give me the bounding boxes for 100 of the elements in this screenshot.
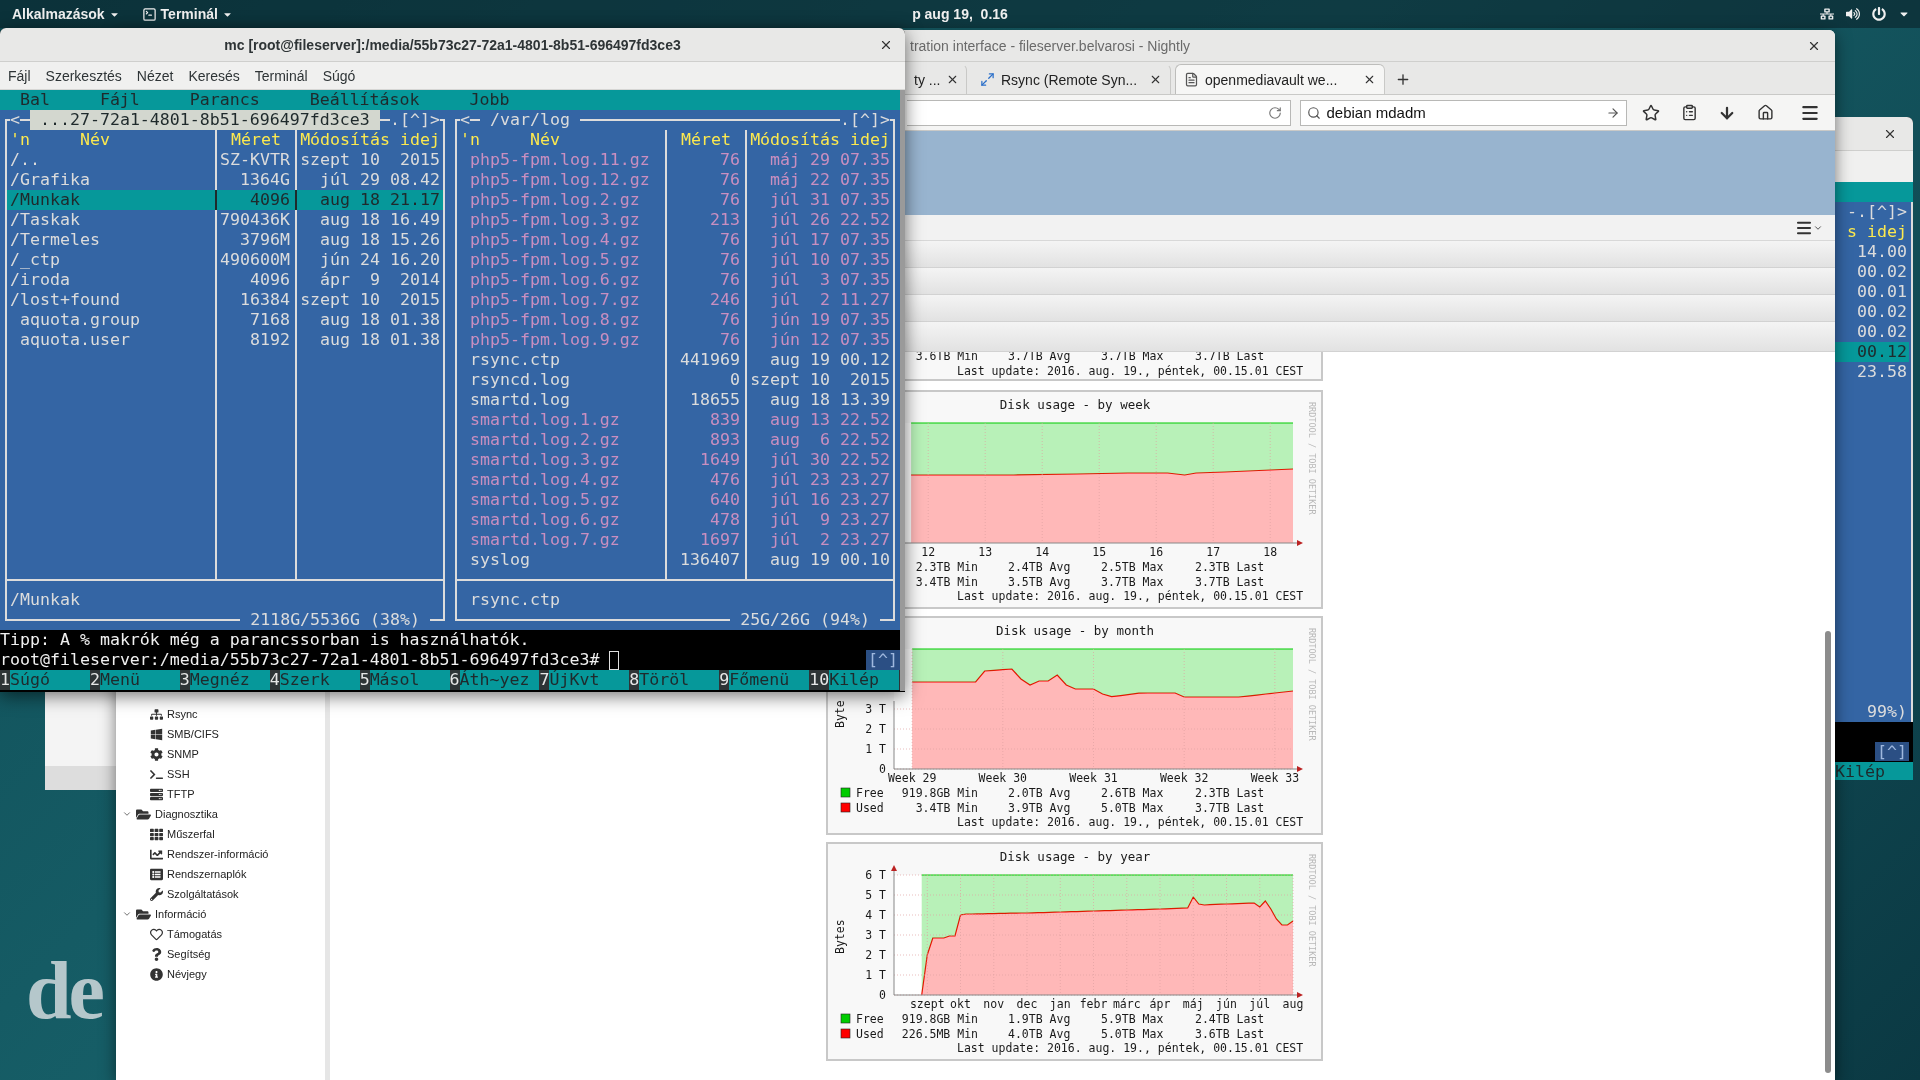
panel-nav-right[interactable]: .[^]> <box>390 110 440 130</box>
menu-item[interactable]: Beállítások <box>309 90 420 110</box>
file-row[interactable]: smartd.log 18655 aug 18 13.39 <box>457 390 893 410</box>
file-date[interactable]: 00.02 <box>1835 302 1909 322</box>
file-row[interactable]: php5-fpm.log.9.gz 76 jún 12 07.35 <box>457 330 893 350</box>
column-header[interactable]: Módosítás idej <box>300 130 440 150</box>
file-row[interactable]: /Taskak 790436K aug 18 16.49 <box>7 210 443 230</box>
tree-item[interactable]: Rendszer-információ <box>116 844 325 864</box>
file-row[interactable]: php5-fpm.log.2.gz 76 júl 31 07.35 <box>457 190 893 210</box>
tree-item[interactable]: Műszerfal <box>116 824 325 844</box>
column-header[interactable]: 'n <box>10 130 30 150</box>
menu-item[interactable]: Fájl <box>8 67 31 84</box>
file-date[interactable]: 00.02 <box>1835 322 1909 342</box>
tree-item[interactable]: SNMP <box>116 744 325 764</box>
column-header[interactable]: Méret <box>231 130 281 150</box>
file-row[interactable]: aquota.group 7168 aug 18 01.38 <box>7 310 443 330</box>
file-row[interactable]: smartd.log.7.gz 1697 júl 2 23.27 <box>457 530 893 550</box>
tree-item[interactable]: SMB/CIFS <box>116 724 325 744</box>
app-menu[interactable]: Terminál <box>139 6 235 22</box>
function-key[interactable]: 9Főmenü <box>719 670 810 690</box>
file-row[interactable]: php5-fpm.log.3.gz 213 júl 26 22.52 <box>457 210 893 230</box>
function-key[interactable]: 3Megnéz <box>179 670 270 690</box>
panel-nav-right[interactable]: .[^]> <box>840 110 890 130</box>
tree-item[interactable]: Segítség <box>116 944 325 964</box>
file-row[interactable]: smartd.log.3.gz 1649 júl 30 22.52 <box>457 450 893 470</box>
file-row[interactable]: php5-fpm.log.7.gz 246 júl 2 11.27 <box>457 290 893 310</box>
file-row[interactable]: smartd.log.5.gz 640 júl 16 23.27 <box>457 490 893 510</box>
chevron-icon[interactable] <box>122 809 132 819</box>
file-row[interactable]: smartd.log.1.gz 839 aug 13 22.52 <box>457 410 893 430</box>
tree-item[interactable]: SSH <box>116 764 325 784</box>
applications-menu[interactable]: Alkalmazások <box>10 6 122 22</box>
function-key[interactable]: 10Kilép <box>809 670 900 690</box>
file-row[interactable]: rsyncd.log 0 szept 10 2015 <box>457 370 893 390</box>
tree-item[interactable]: Támogatás <box>116 924 325 944</box>
file-row[interactable]: php5-fpm.log.12.gz 76 máj 22 07.35 <box>457 170 893 190</box>
function-key[interactable]: 1Súgó <box>0 670 90 690</box>
file-row[interactable]: syslog 136407 aug 19 00.10 <box>457 550 893 570</box>
volume-icon[interactable] <box>1846 7 1860 21</box>
file-date[interactable]: 23.58 <box>1835 362 1909 382</box>
tree-item[interactable]: Rendszernaplók <box>116 864 325 884</box>
tree-group[interactable]: Információ <box>116 904 325 924</box>
file-row[interactable]: php5-fpm.log.6.gz 76 júl 3 07.35 <box>457 270 893 290</box>
menu-item[interactable]: Bal <box>19 90 50 110</box>
file-row[interactable]: rsync.ctp 441969 aug 19 00.12 <box>457 350 893 370</box>
menu-item[interactable]: Parancs <box>189 90 260 110</box>
column-header[interactable]: Módosítás idej <box>750 130 890 150</box>
close-icon[interactable] <box>1149 73 1162 86</box>
function-key[interactable]: 4Szerk <box>269 670 360 690</box>
browser-tab[interactable]: Rsync (Remote Syn... <box>971 64 1171 94</box>
tree-item[interactable]: Névjegy <box>116 964 325 984</box>
menu-item[interactable]: Súgó <box>322 67 356 84</box>
menu-item[interactable]: Keresés <box>188 67 240 84</box>
file-row[interactable]: /Munkak 4096 aug 18 21.17 <box>7 190 443 210</box>
file-date[interactable]: 00.01 <box>1835 282 1909 302</box>
file-row[interactable]: /.. SZ-KVTR szept 10 2015 <box>7 150 443 170</box>
clock[interactable]: p aug 19, 0.16 <box>912 6 1008 22</box>
file-row[interactable]: smartd.log.2.gz 893 aug 6 22.52 <box>457 430 893 450</box>
function-key[interactable]: Kilép <box>1835 762 1913 780</box>
file-row[interactable]: /_ctp 490600M jún 24 16.20 <box>7 250 443 270</box>
close-icon[interactable] <box>1363 73 1376 86</box>
menu-item[interactable]: Terminál <box>254 67 308 84</box>
tree-item[interactable]: Szolgáltatások <box>116 884 325 904</box>
column-header[interactable]: Méret <box>681 130 731 150</box>
file-row[interactable]: smartd.log.4.gz 476 júl 23 23.27 <box>457 470 893 490</box>
file-row[interactable]: aquota.user 8192 aug 18 01.38 <box>7 330 443 350</box>
power-icon[interactable] <box>1872 7 1886 21</box>
column-header[interactable]: Név <box>79 130 110 150</box>
file-row[interactable]: php5-fpm.log.11.gz 76 máj 29 07.35 <box>457 150 893 170</box>
file-row[interactable]: /Termeles 3796M aug 18 15.26 <box>7 230 443 250</box>
file-row[interactable]: /lost+found 16384 szept 10 2015 <box>7 290 443 310</box>
history-button[interactable]: [^] <box>866 650 900 670</box>
column-header[interactable]: s idej <box>1835 222 1909 242</box>
menu-item[interactable]: Jobb <box>469 90 510 110</box>
history-button[interactable]: [^] <box>1875 742 1909 761</box>
arrow-icon[interactable] <box>1605 105 1620 120</box>
url-field[interactable] <box>907 99 1291 126</box>
file-row[interactable]: /iroda 4096 ápr 9 2014 <box>7 270 443 290</box>
file-row[interactable]: php5-fpm.log.5.gz 76 júl 10 07.35 <box>457 250 893 270</box>
reload-icon[interactable] <box>1267 105 1282 120</box>
file-date[interactable]: 14.00 <box>1835 242 1909 262</box>
file-date[interactable]: 00.02 <box>1835 262 1909 282</box>
file-row[interactable]: php5-fpm.log.4.gz 76 júl 17 07.35 <box>457 230 893 250</box>
menu-item[interactable]: Fájl <box>99 90 140 110</box>
scrollbar-thumb[interactable] <box>1825 631 1831 1073</box>
chevron-icon[interactable] <box>122 909 132 919</box>
function-key[interactable]: 2Menü <box>89 670 180 690</box>
file-row[interactable]: php5-fpm.log.8.gz 76 jún 19 07.35 <box>457 310 893 330</box>
column-header[interactable]: 'n <box>460 130 480 150</box>
tree-item[interactable]: Rsync <box>116 704 325 724</box>
function-key[interactable]: 8Töröl <box>629 670 720 690</box>
function-key[interactable]: 6Áth~yez <box>449 670 540 690</box>
file-row[interactable]: smartd.log.6.gz 478 júl 9 23.27 <box>457 510 893 530</box>
function-key[interactable]: 7ÚjKvt <box>539 670 630 690</box>
network-icon[interactable] <box>1820 7 1834 21</box>
menu-item[interactable]: Nézet <box>136 67 174 84</box>
menu-item[interactable]: Szerkesztés <box>45 67 122 84</box>
function-key[interactable]: 5Másol <box>359 670 450 690</box>
browser-tab[interactable]: openmediavault we... <box>1175 64 1385 94</box>
tree-item[interactable]: TFTP <box>116 784 325 804</box>
panel-border-label[interactable]: -.[^]> <box>1835 202 1909 222</box>
